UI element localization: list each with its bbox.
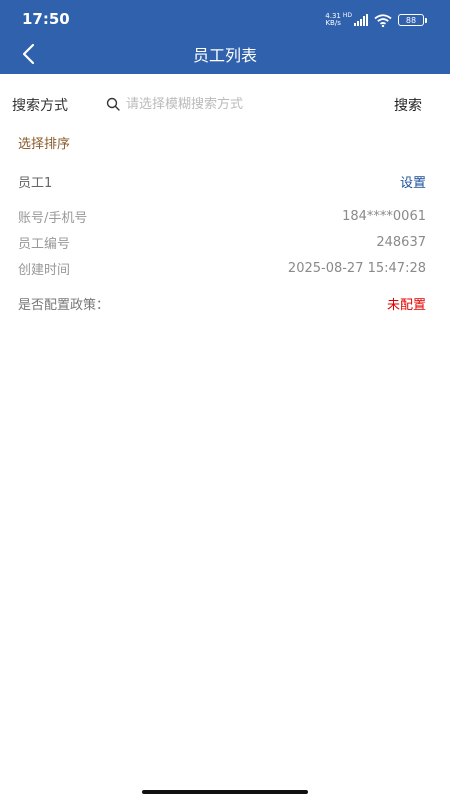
policy-label: 是否配置政策： [18, 297, 110, 313]
battery-level: 88 [405, 15, 417, 25]
signal-icon [354, 14, 368, 26]
policy-row: 是否配置政策： 未配置 [18, 293, 426, 313]
status-time: 17:50 [22, 10, 70, 28]
policy-status: 未配置 [386, 297, 426, 313]
sort-select[interactable]: 选择排序 [18, 133, 70, 152]
home-indicator[interactable] [142, 790, 308, 794]
search-icon [106, 97, 120, 111]
account-value: 184****0061 [342, 208, 426, 224]
employee-id-row: 员工编号 248637 [18, 232, 426, 252]
status-icons: 4.31 KB/s HD 88 [321, 12, 427, 28]
account-row: 账号/手机号 184****0061 [18, 206, 426, 226]
network-speed: 4.31 KB/s [325, 12, 341, 27]
created-time-label: 创建时间 [18, 262, 71, 278]
search-row: 搜索方式 搜索 [0, 90, 450, 118]
wifi-icon [374, 13, 392, 27]
search-input[interactable] [126, 93, 376, 115]
app-screen: 17:50 4.31 KB/s HD 88 员工列表 搜索方式 请选择模糊搜索方… [0, 0, 450, 800]
page-title: 员工列表 [192, 46, 257, 65]
employee-id-value: 248637 [376, 234, 426, 250]
battery-icon: 88 [398, 14, 427, 26]
search-button[interactable]: 搜索 [394, 95, 422, 115]
employee-id-label: 员工编号 [18, 236, 71, 252]
search-method-label: 搜索方式 [12, 98, 68, 114]
top-header: 17:50 4.31 KB/s HD 88 员工列表 [0, 0, 450, 74]
employee-name: 员工1 [18, 176, 53, 191]
network-type: HD [342, 12, 352, 19]
created-time-row: 创建时间 2025-08-27 15:47:28 [18, 258, 426, 278]
nav-bar: 员工列表 [0, 36, 450, 74]
settings-button[interactable]: 设置 [400, 172, 426, 191]
status-bar: 17:50 4.31 KB/s HD 88 [0, 0, 450, 36]
account-label: 账号/手机号 [18, 210, 88, 226]
created-time-value: 2025-08-27 15:47:28 [287, 260, 426, 276]
